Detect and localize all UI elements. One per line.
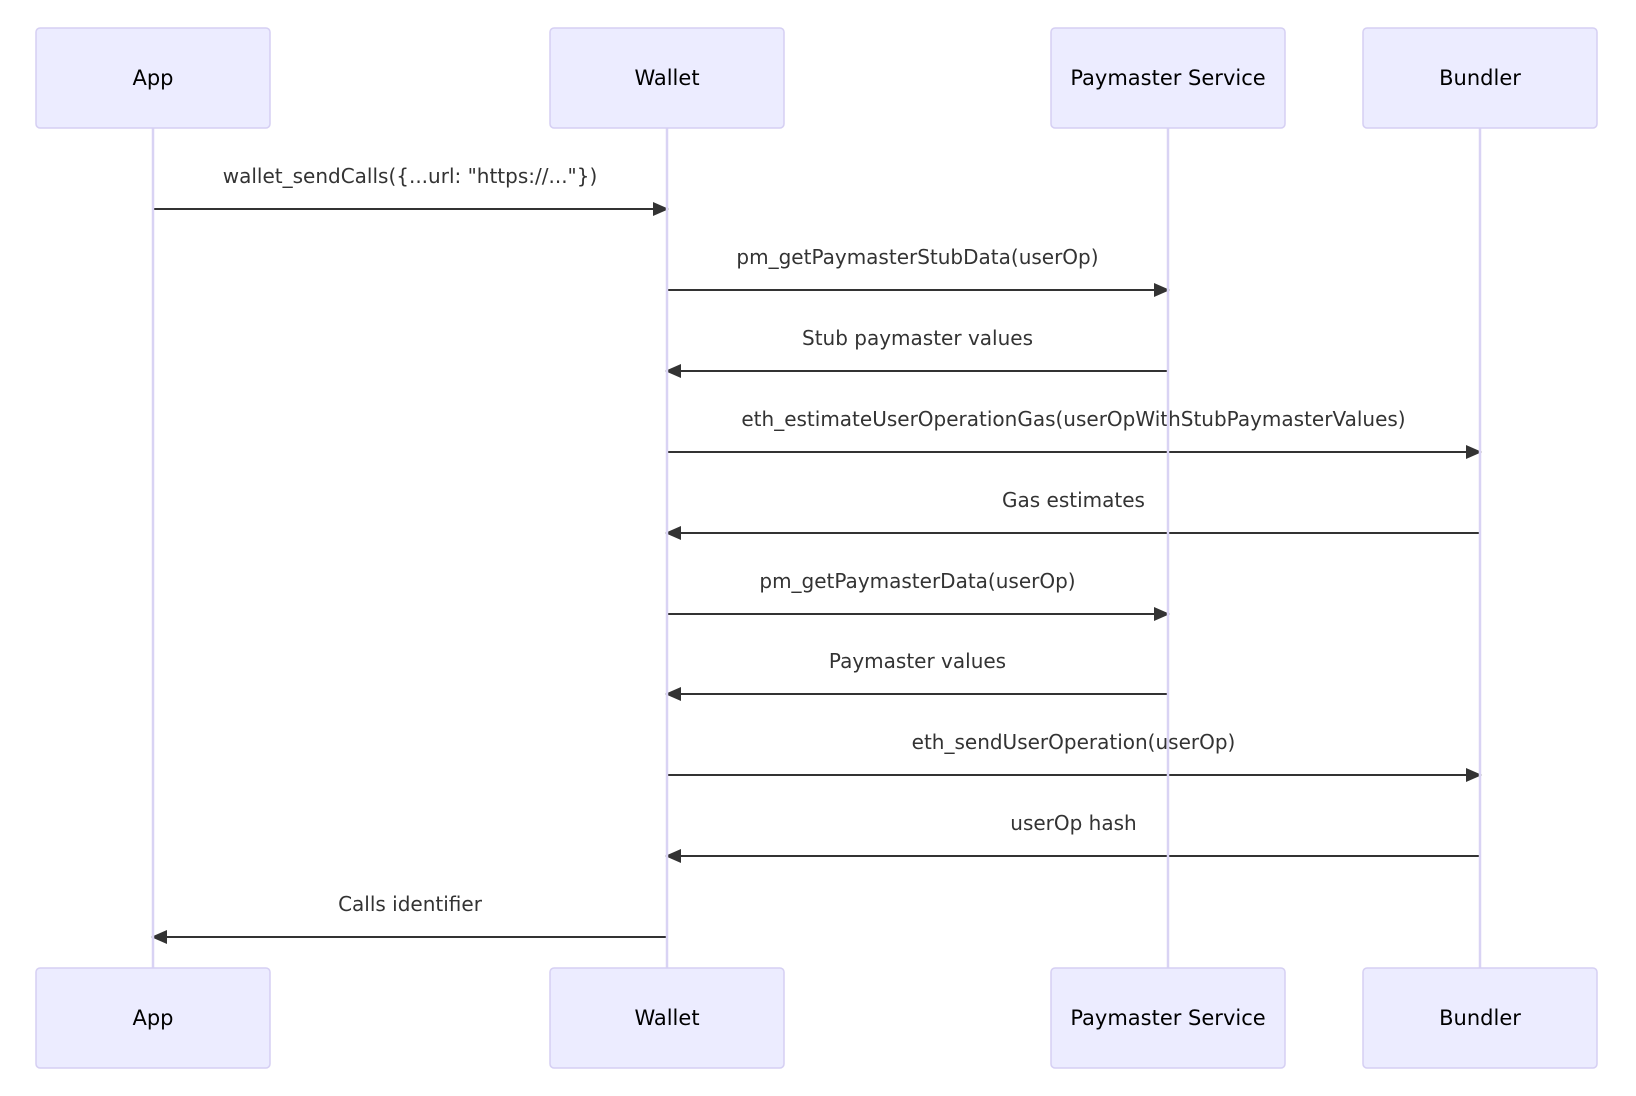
message-label: Calls identifier [338, 892, 483, 916]
actor-wallet-top: Wallet [549, 27, 785, 129]
message-6: pm_getPaymasterData(userOp) [667, 569, 1170, 621]
message-5: Gas estimates [665, 488, 1480, 540]
message-2: pm_getPaymasterStubData(userOp) [667, 245, 1170, 297]
actor-bundler-bottom: Bundler [1362, 967, 1598, 1069]
message-1: wallet_sendCalls({...url: "https://..."}… [153, 164, 669, 216]
actor-label: App [132, 66, 173, 90]
message-3: Stub paymaster values [665, 326, 1168, 378]
actors-top: App Wallet Paymaster Service Bundler [35, 27, 1598, 129]
actor-label: Wallet [634, 66, 699, 90]
message-label: pm_getPaymasterData(userOp) [759, 569, 1075, 593]
message-label: Stub paymaster values [802, 326, 1033, 350]
message-label: Gas estimates [1002, 488, 1145, 512]
actor-paymaster-bottom: Paymaster Service [1050, 967, 1286, 1069]
actor-app-bottom: App [35, 967, 271, 1069]
message-8: eth_sendUserOperation(userOp) [667, 730, 1482, 782]
message-label: eth_estimateUserOperationGas(userOpWithS… [741, 407, 1405, 431]
sequence-diagram: wallet_sendCalls({...url: "https://..."}… [35, 27, 1598, 1069]
actor-paymaster-top: Paymaster Service [1050, 27, 1286, 129]
message-label: userOp hash [1010, 811, 1136, 835]
actor-label: Paymaster Service [1070, 1006, 1265, 1030]
message-label: Paymaster values [829, 649, 1006, 673]
actor-label: App [132, 1006, 173, 1030]
actor-wallet-bottom: Wallet [549, 967, 785, 1069]
message-10: Calls identifier [151, 892, 667, 944]
message-4: eth_estimateUserOperationGas(userOpWithS… [667, 407, 1482, 459]
message-9: userOp hash [665, 811, 1480, 863]
actor-label: Wallet [634, 1006, 699, 1030]
actors-bottom: App Wallet Paymaster Service Bundler [35, 967, 1598, 1069]
message-7: Paymaster values [665, 649, 1168, 701]
message-label: wallet_sendCalls({...url: "https://..."}… [223, 164, 598, 188]
actor-app-top: App [35, 27, 271, 129]
messages: wallet_sendCalls({...url: "https://..."}… [151, 164, 1482, 944]
actor-bundler-top: Bundler [1362, 27, 1598, 129]
message-label: pm_getPaymasterStubData(userOp) [736, 245, 1098, 269]
actor-label: Bundler [1439, 66, 1521, 90]
actor-label: Paymaster Service [1070, 66, 1265, 90]
actor-label: Bundler [1439, 1006, 1521, 1030]
message-label: eth_sendUserOperation(userOp) [912, 730, 1236, 754]
